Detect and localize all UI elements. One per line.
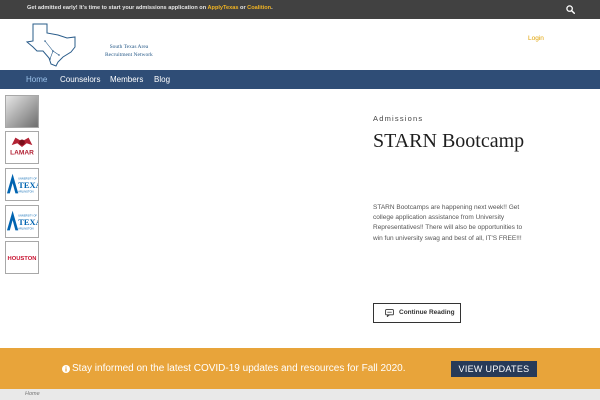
thumbnail-uta-2[interactable]: UNIVERSITY OF TEXAS ARLINGTON [5, 205, 39, 238]
nav-item-blog[interactable]: Blog [154, 75, 170, 84]
announcement-prefix: Get admitted early! It's time to start y… [27, 5, 208, 11]
nav-item-members[interactable]: Members [110, 75, 143, 84]
view-updates-button[interactable]: VIEW UPDATES [451, 361, 537, 377]
post-title[interactable]: STARN Bootcamp [373, 130, 524, 153]
lamar-logo: LAMAR [6, 132, 38, 163]
houston-text: HOUSTON [8, 256, 37, 262]
continue-reading-label: Continue Reading [399, 309, 455, 316]
post-excerpt: STARN Bootcamps are happening next week!… [373, 204, 523, 242]
announcement-text: Get admitted early! It's time to start y… [27, 5, 273, 11]
comment-icon [385, 309, 394, 317]
coalition-link[interactable]: Coalition [247, 5, 271, 11]
site-logo[interactable]: South Texas Area Recruitment Network [25, 21, 153, 67]
breadcrumb-home[interactable]: Home [25, 391, 40, 397]
uta-sub-text: ARLINGTON [18, 226, 33, 230]
uta-sub-text: ARLINGTON [18, 189, 33, 193]
uta-big-text: TEXAS [18, 217, 38, 227]
gradient-image [6, 96, 38, 127]
uta-logo: UNIVERSITY OF TEXAS ARLINGTON [6, 206, 38, 237]
nav-item-home[interactable]: Home [26, 75, 47, 84]
thumbnail-houston[interactable]: HOUSTON [5, 241, 39, 274]
logo-line-2: Recruitment Network [105, 52, 153, 58]
houston-logo: HOUSTON [6, 242, 38, 273]
search-icon[interactable] [566, 5, 575, 14]
announcement-end: . [271, 5, 273, 11]
site-header: South Texas Area Recruitment Network Log… [0, 19, 600, 70]
announcement-or: or [238, 5, 248, 11]
thumbnail-uta-1[interactable]: UNIVERSITY OF TEXAS ARLINGTON [5, 168, 39, 201]
login-link[interactable]: Login [528, 35, 544, 42]
logo-line-1: South Texas Area [109, 44, 149, 50]
post-category[interactable]: Admissions [373, 114, 423, 123]
applytexas-link[interactable]: ApplyTexas [207, 5, 238, 11]
nav-item-counselors[interactable]: Counselors [60, 75, 100, 84]
thumbnail-lamar[interactable]: LAMAR [5, 131, 39, 164]
uta-logo: UNIVERSITY OF TEXAS ARLINGTON [6, 169, 38, 200]
main-nav: Home Counselors Members Blog [0, 70, 600, 89]
lamar-text: LAMAR [10, 150, 34, 157]
breadcrumb-bar: Home [0, 389, 600, 400]
info-icon [62, 365, 70, 373]
thumbnail-1[interactable] [5, 95, 39, 128]
covid-banner-text: Stay informed on the latest COVID-19 upd… [72, 363, 406, 374]
uta-big-text: TEXAS [18, 180, 38, 190]
announcement-bar: Get admitted early! It's time to start y… [0, 0, 600, 19]
logo-text: South Texas Area Recruitment Network [105, 43, 153, 59]
continue-reading-button[interactable]: Continue Reading [373, 303, 461, 323]
